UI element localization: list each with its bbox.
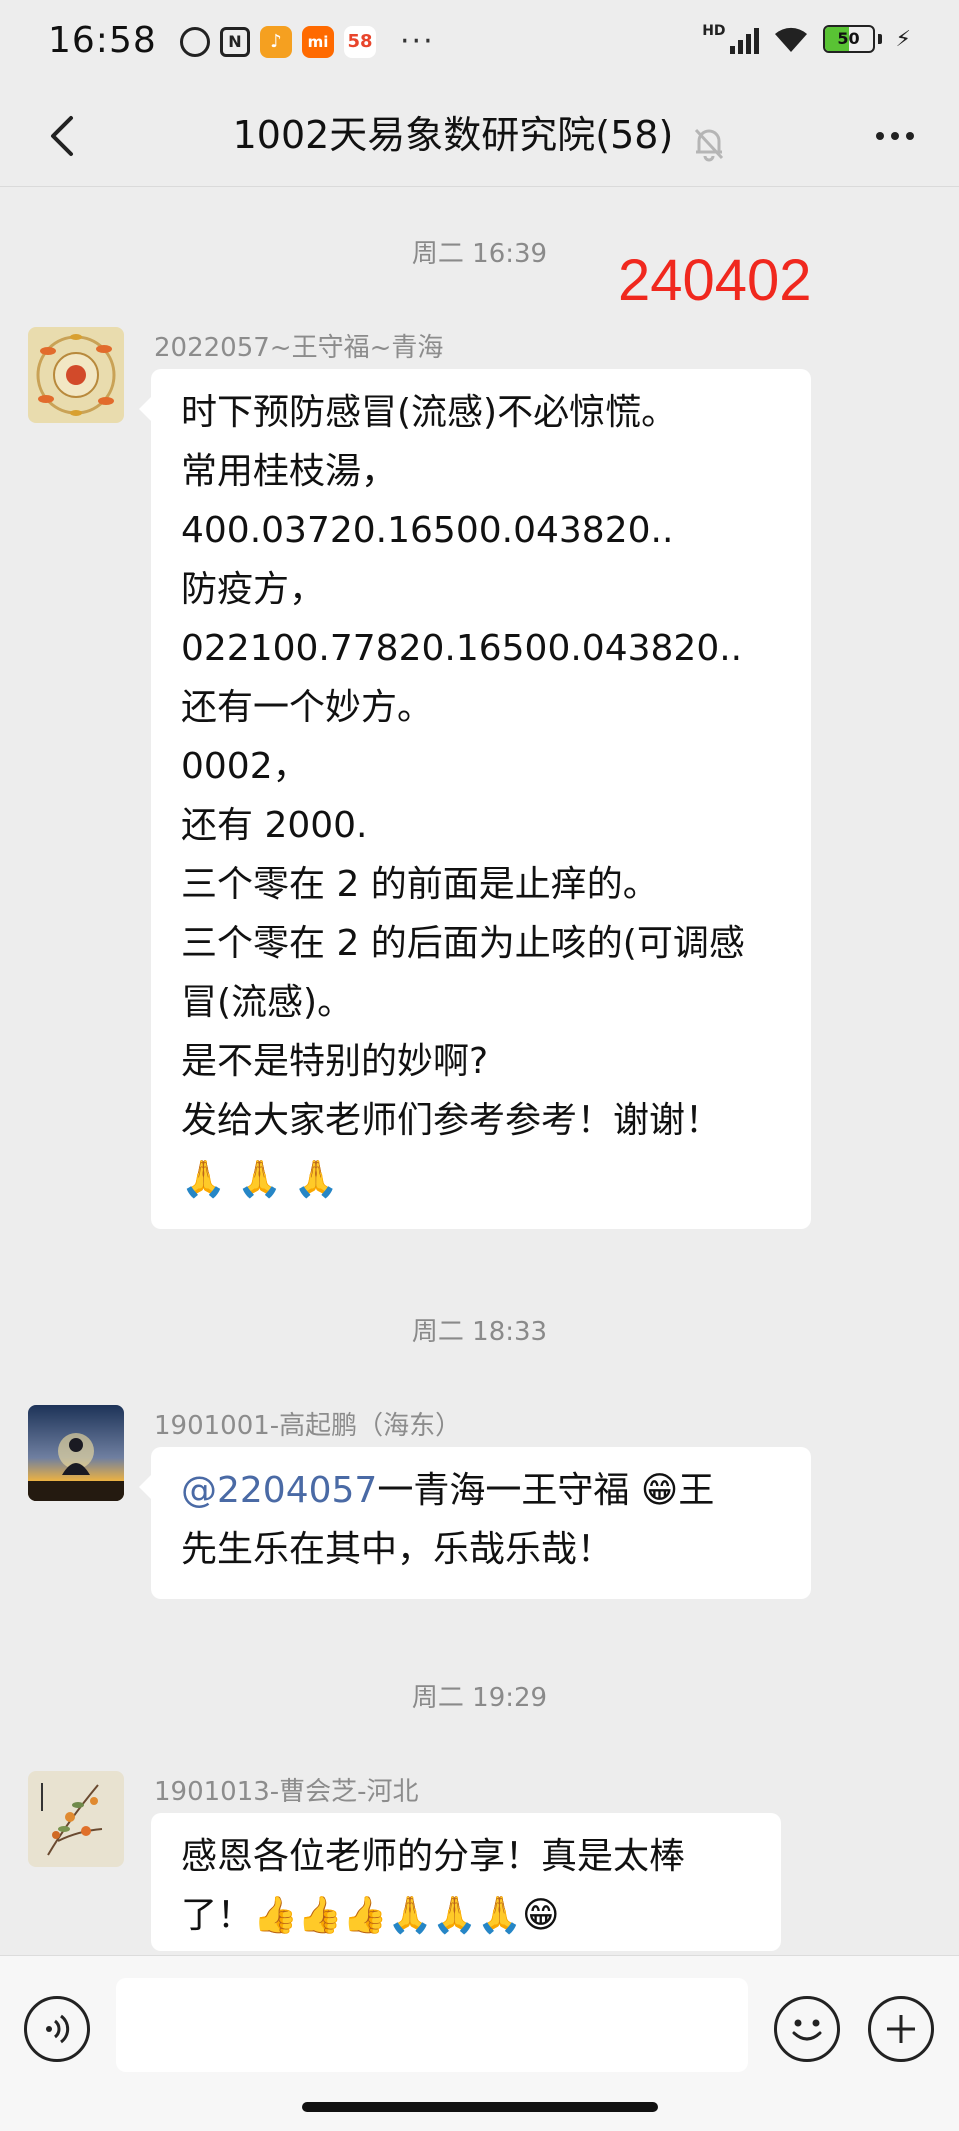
chat-message-list[interactable]: 周二 16:39 240402 2022057~王守福~青海 时下预防感冒(流感… xyxy=(0,187,959,1955)
message-input[interactable] xyxy=(116,1978,748,2072)
message-bubble[interactable]: 时下预防感冒(流感)不必惊慌。 常用桂枝湯， 400.03720.16500.0… xyxy=(139,369,811,1229)
voice-button[interactable] xyxy=(24,1996,90,2062)
chat-title-area: 1002天易象数研究院(58) xyxy=(0,104,959,162)
wifi-icon xyxy=(774,27,807,52)
sender-name: 1901013-曹会芝-河北 xyxy=(154,1777,419,1807)
message-line: 还有 2000. xyxy=(181,805,368,846)
message-bubble[interactable]: @2204057一青海一王守福 😁王 先生乐在其中，乐哉乐哉！ xyxy=(139,1447,811,1599)
message-line: 022100.77820.16500.043820.. xyxy=(181,628,743,669)
avatar[interactable] xyxy=(28,327,124,423)
message-line: 了！👍👍👍🙏🙏🙏😁 xyxy=(181,1895,560,1936)
avatar[interactable] xyxy=(28,1771,124,1867)
nfc-icon: N xyxy=(220,26,250,57)
message-bubble[interactable]: 感恩各位老师的分享！真是太棒 了！👍👍👍🙏🙏🙏😁 xyxy=(151,1813,781,1951)
message-line: 防疫方， xyxy=(181,569,326,610)
chat-title: 1002天易象数研究院(58) xyxy=(232,113,674,157)
mi-app-icon: mi xyxy=(302,25,334,58)
message-line: 冒(流感)。 xyxy=(181,982,354,1023)
sender-name: 2022057~王守福~青海 xyxy=(154,333,444,363)
message-timestamp: 周二 18:33 xyxy=(411,1317,548,1347)
emoji-button[interactable] xyxy=(774,1996,840,2062)
status-system-icons: HD 50 ⚡ xyxy=(702,23,911,54)
charging-icon: ⚡ xyxy=(895,26,911,52)
status-notification-icons: N ♪ mi 58 ··· xyxy=(180,24,435,59)
avatar[interactable] xyxy=(28,1405,124,1501)
message-line: 先生乐在其中，乐哉乐哉！ xyxy=(181,1529,614,1570)
message-timestamp: 周二 19:29 xyxy=(411,1683,548,1713)
mute-bell-icon xyxy=(695,128,724,161)
more-notifications-icon: ··· xyxy=(400,24,435,59)
battery-level: 50 xyxy=(837,29,860,48)
emoji-icon xyxy=(792,2019,822,2041)
more-button[interactable] xyxy=(865,108,925,164)
sender-name: 1901001-高起鹏（海东） xyxy=(154,1411,462,1441)
network-type: HD xyxy=(702,23,726,39)
home-indicator[interactable] xyxy=(302,2102,658,2112)
app-icon: ♪ xyxy=(260,25,292,58)
message-line: 时下预防感冒(流感)不必惊慌。 xyxy=(181,392,678,433)
mention-link[interactable]: @2204057 xyxy=(181,1470,377,1511)
battery-icon: 50 xyxy=(822,25,882,53)
prayer-emoji: 🙏 🙏 🙏 xyxy=(181,1159,339,1200)
message-line: 发给大家老师们参考参考！谢谢！ xyxy=(181,1100,722,1141)
alarm-icon xyxy=(180,26,210,57)
chat-header: 1002天易象数研究院(58) xyxy=(0,86,959,187)
more-icon xyxy=(876,132,884,140)
plus-icon xyxy=(887,2015,915,2043)
message-line: 三个零在 2 的后面为止咳的(可调感 xyxy=(181,923,745,964)
signal-icon xyxy=(729,24,759,54)
message-line: 是不是特别的妙啊? xyxy=(181,1041,489,1082)
58-app-icon: 58 xyxy=(344,25,376,58)
message-line: 还有一个妙方。 xyxy=(181,687,434,728)
message-line: @2204057一青海一王守福 😁王 xyxy=(181,1461,781,1520)
voice-icon xyxy=(46,2014,70,2044)
message-line: 感恩各位老师的分享！真是太棒 xyxy=(181,1836,686,1877)
message-timestamp: 周二 16:39 xyxy=(411,239,548,269)
date-annotation: 240402 xyxy=(618,248,812,313)
message-text: 一青海一王守福 😁王 xyxy=(377,1470,715,1511)
plus-button[interactable] xyxy=(868,1996,934,2062)
message-line: 0002， xyxy=(181,746,309,787)
message-line: 400.03720.16500.043820.. xyxy=(181,510,674,551)
status-time: 16:58 xyxy=(48,20,157,61)
message-line: 三个零在 2 的前面是止痒的。 xyxy=(181,864,659,905)
status-bar: 16:58 N ♪ mi 58 ··· HD 50 ⚡ xyxy=(0,0,959,86)
message-line: 常用桂枝湯， xyxy=(181,451,398,492)
